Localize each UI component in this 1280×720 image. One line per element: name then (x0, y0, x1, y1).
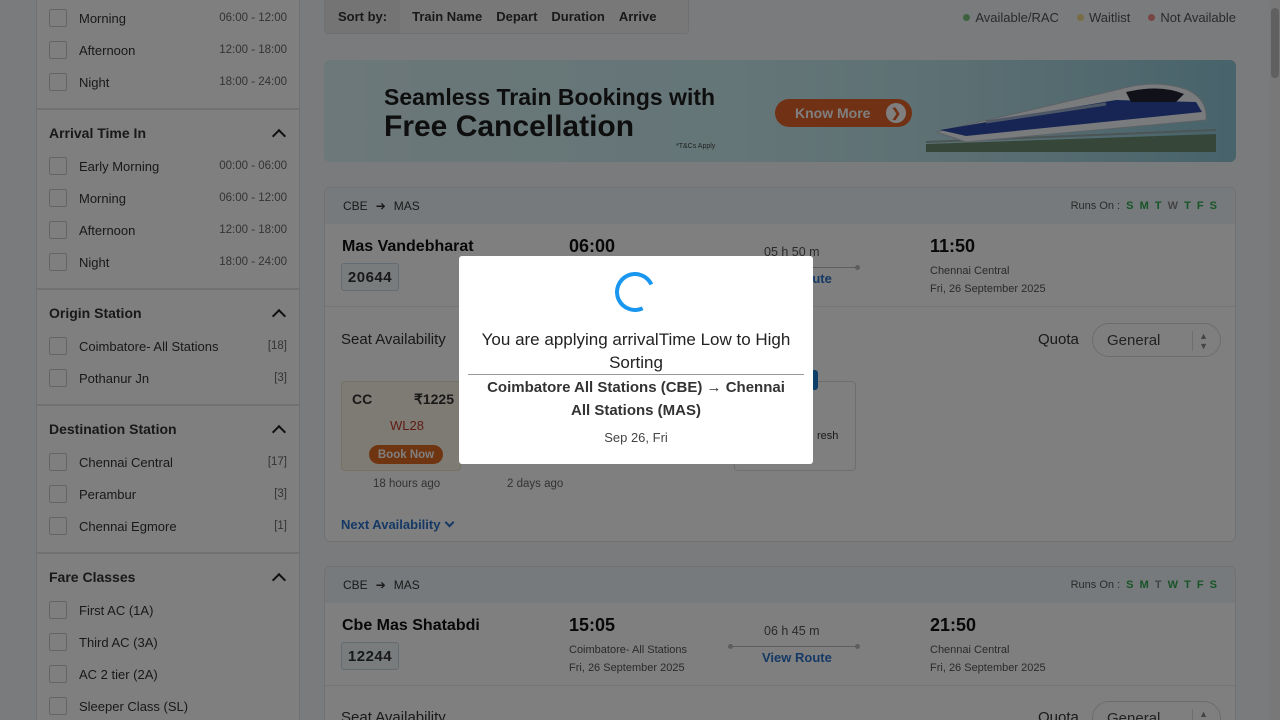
divider (468, 374, 804, 375)
sorting-loading-dialog: You are applying arrivalTime Low to High… (459, 256, 813, 464)
sorting-message: You are applying arrivalTime Low to High… (481, 330, 791, 372)
journey-route: Coimbatore All Stations (CBE) → Chennai … (487, 379, 785, 419)
loading-spinner-icon (609, 266, 661, 318)
journey-date: Sep 26, Fri (604, 430, 668, 445)
